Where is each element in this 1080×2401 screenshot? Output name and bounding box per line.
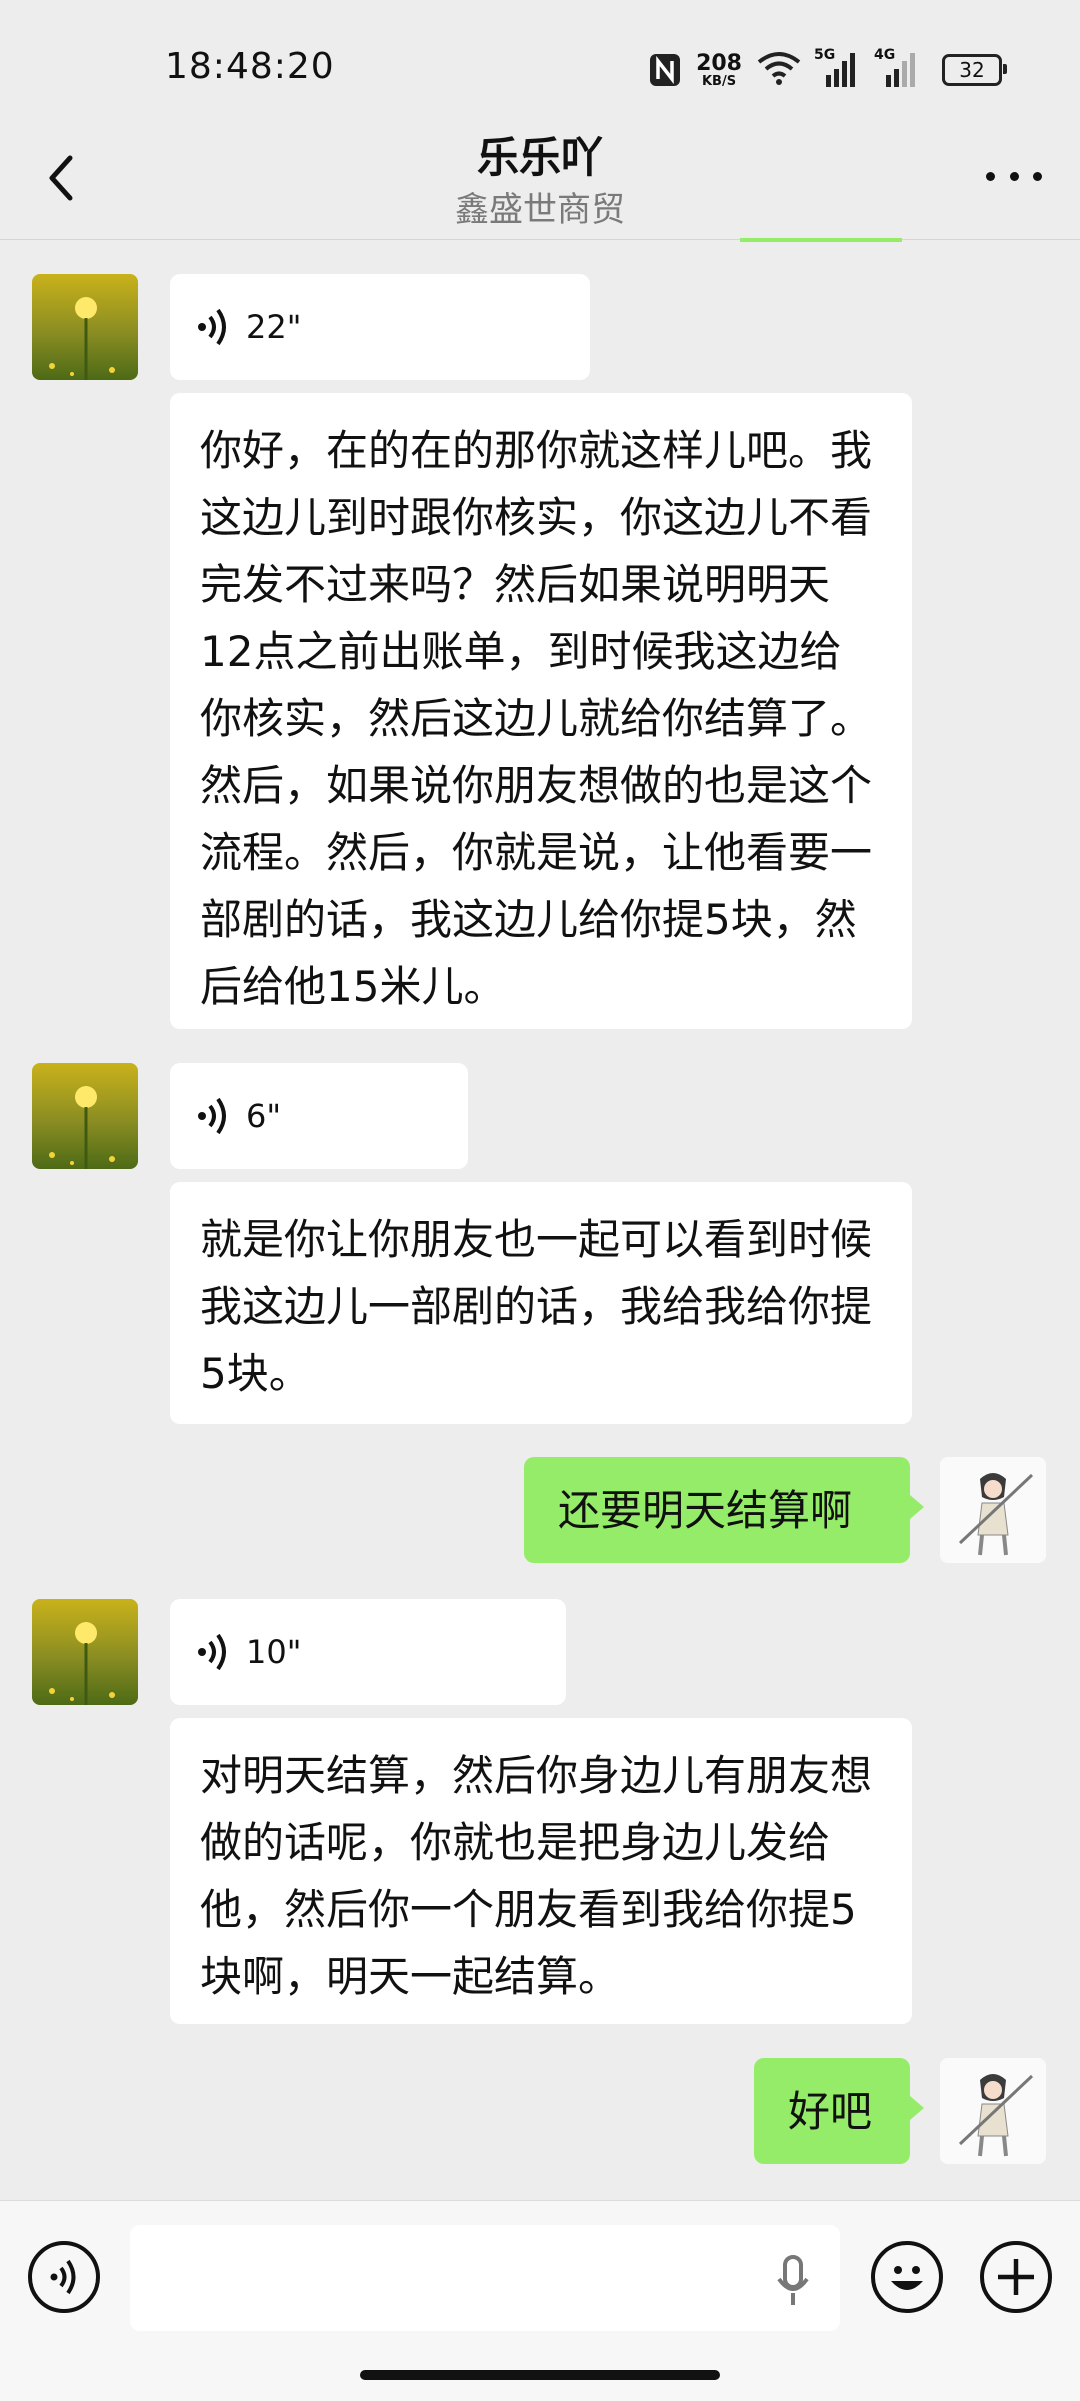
voice-message-bubble[interactable]: 6"	[170, 1063, 468, 1169]
outgoing-message-bubble[interactable]: 好吧	[754, 2058, 924, 2164]
voice-duration: 22"	[246, 307, 302, 346]
dandelion-avatar-image	[32, 274, 138, 380]
nfc-icon	[648, 52, 682, 88]
message-text: 对明天结算，然后你身边儿有朋友想做的话呢，你就也是把身边儿发给他，然后你一个朋友…	[200, 1751, 873, 2001]
more-button[interactable]	[986, 172, 1042, 184]
header-divider	[0, 239, 1080, 240]
previous-message-edge	[740, 238, 902, 242]
message-text: 你好，在的在的那你就这样儿吧。我这边儿到时跟你核实，你这边儿不看完发不过来吗？然…	[200, 426, 873, 1011]
home-indicator[interactable]	[360, 2370, 720, 2380]
my-avatar[interactable]	[940, 2058, 1046, 2164]
emoji-button[interactable]	[871, 2241, 943, 2313]
battery-level: 32	[959, 58, 985, 82]
voice-input-icon	[50, 2259, 76, 2295]
microphone-button[interactable]	[775, 2253, 811, 2309]
incoming-message-bubble[interactable]: 就是你让你朋友也一起可以看到时候我这边儿一部剧的话，我给我给你提5块。	[170, 1182, 912, 1424]
status-time: 18:48:20	[165, 46, 335, 87]
contact-avatar[interactable]	[32, 1599, 138, 1705]
network-speed: 208 KB/S	[696, 50, 742, 89]
sim1-label: 5G	[814, 47, 836, 63]
contact-avatar[interactable]	[32, 274, 138, 380]
anime-character-avatar-image	[940, 1457, 1046, 1563]
voice-toggle-button[interactable]	[28, 2241, 100, 2313]
network-speed-value: 208	[696, 50, 742, 76]
voice-wave-icon	[198, 1097, 226, 1135]
incoming-message-bubble[interactable]: 对明天结算，然后你身边儿有朋友想做的话呢，你就也是把身边儿发给他，然后你一个朋友…	[170, 1718, 912, 2024]
network-speed-unit: KB/S	[701, 73, 737, 89]
contact-avatar[interactable]	[32, 1063, 138, 1169]
voice-wave-icon	[198, 308, 226, 346]
anime-character-avatar-image	[940, 2058, 1046, 2164]
voice-message-bubble[interactable]: 22"	[170, 274, 590, 380]
message-text: 好吧	[788, 2086, 873, 2136]
message-text: 就是你让你朋友也一起可以看到时候我这边儿一部剧的话，我给我给你提5块。	[200, 1215, 873, 1398]
chat-title: 乐乐吖	[476, 133, 603, 182]
more-dots-icon	[986, 172, 995, 181]
voice-duration: 6"	[246, 1096, 282, 1135]
dandelion-avatar-image	[32, 1063, 138, 1169]
message-text: 还要明天结算啊	[558, 1485, 853, 1535]
status-icons: 208 KB/S 5G 4G 32	[648, 47, 1007, 92]
status-bar: 18:48:20 208 KB/S 5G 4G 32	[0, 0, 1080, 130]
chat-subtitle: 鑫盛世商贸	[455, 190, 625, 230]
my-avatar[interactable]	[940, 1457, 1046, 1563]
chat-header: 乐乐吖 鑫盛世商贸	[0, 118, 1080, 240]
signal-5g-icon: 5G	[814, 47, 862, 87]
plus-button[interactable]	[980, 2241, 1052, 2313]
signal-4g-icon: 4G	[874, 47, 922, 87]
message-input[interactable]	[130, 2225, 840, 2331]
incoming-message-bubble[interactable]: 你好，在的在的那你就这样儿吧。我这边儿到时跟你核实，你这边儿不看完发不过来吗？然…	[170, 393, 912, 1029]
voice-duration: 10"	[246, 1632, 302, 1671]
emoji-icon	[891, 2266, 923, 2290]
microphone-icon	[777, 2255, 809, 2305]
battery-icon: 32	[942, 54, 1007, 86]
voice-message-bubble[interactable]: 10"	[170, 1599, 566, 1705]
plus-icon	[998, 2259, 1034, 2295]
sim2-label: 4G	[874, 47, 896, 63]
outgoing-message-bubble[interactable]: 还要明天结算啊	[524, 1457, 924, 1563]
wifi-icon	[756, 50, 802, 90]
voice-wave-icon	[198, 1633, 226, 1671]
dandelion-avatar-image	[32, 1599, 138, 1705]
